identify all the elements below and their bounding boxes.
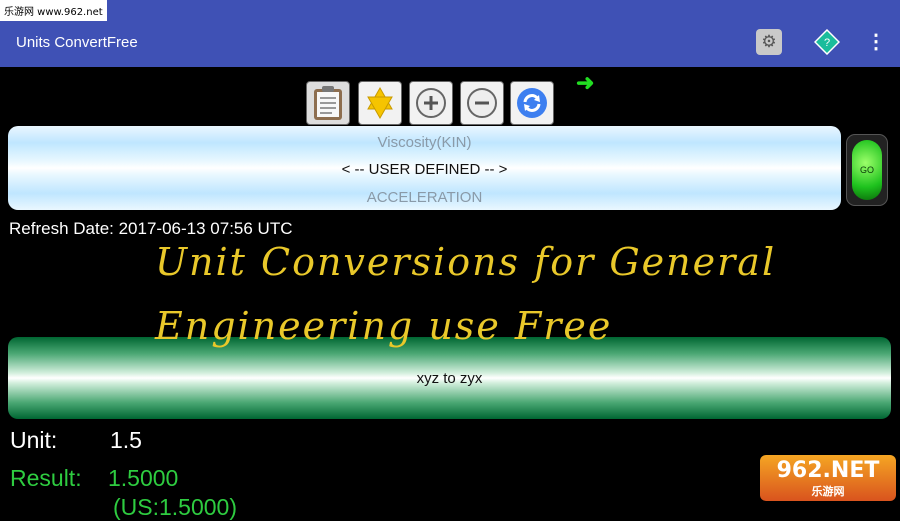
app-bar: Units ConvertFree ⚙ ? ⋮ bbox=[0, 0, 900, 67]
gear-icon[interactable]: ⚙ bbox=[756, 29, 782, 55]
unit-label: Unit: bbox=[10, 427, 58, 453]
unit-type-picker[interactable]: Viscosity(KIN) < -- USER DEFINED -- > AC… bbox=[8, 126, 841, 210]
refresh-date: Refresh Date: 2017-06-13 07:56 UTC bbox=[9, 219, 293, 238]
overflow-menu-icon[interactable]: ⋮ bbox=[866, 29, 886, 55]
refresh-icon[interactable] bbox=[510, 81, 554, 125]
result-label: Result: bbox=[10, 465, 82, 491]
watermark-logo: 962.NET 乐游网 bbox=[760, 455, 896, 501]
clipboard-icon[interactable] bbox=[306, 81, 350, 125]
app-title: Units ConvertFree bbox=[16, 34, 138, 51]
watermark-top: 乐游网 www.962.net bbox=[0, 0, 107, 21]
unit-value[interactable]: 1.5 bbox=[110, 427, 142, 454]
watermark-logo-sub: 乐游网 bbox=[811, 485, 845, 498]
picker-next[interactable]: ACCELERATION bbox=[8, 189, 841, 206]
help-icon[interactable]: ? bbox=[813, 28, 841, 56]
result-value: 1.5000 bbox=[108, 465, 179, 491]
zoom-out-icon[interactable] bbox=[460, 81, 504, 125]
conversion-label: xyz to zyx bbox=[416, 370, 483, 387]
go-button[interactable]: GO bbox=[846, 134, 888, 206]
arrow-right-icon[interactable]: ➜ bbox=[576, 70, 594, 96]
watermark-logo-main: 962.NET bbox=[776, 457, 880, 483]
overlay-caption-line1: Unit Conversions for General bbox=[155, 240, 777, 284]
go-button-label: GO bbox=[852, 140, 882, 200]
svg-text:?: ? bbox=[824, 37, 830, 49]
picker-prev[interactable]: Viscosity(KIN) bbox=[8, 134, 841, 151]
result-us-value: (US:1.5000) bbox=[113, 494, 238, 520]
conversion-picker[interactable]: xyz to zyx bbox=[8, 337, 891, 419]
overlay-caption-line2: Engineering use Free bbox=[155, 304, 613, 348]
star-icon[interactable] bbox=[358, 81, 402, 125]
zoom-in-icon[interactable] bbox=[409, 81, 453, 125]
picker-selected[interactable]: < -- USER DEFINED -- > bbox=[8, 161, 841, 178]
